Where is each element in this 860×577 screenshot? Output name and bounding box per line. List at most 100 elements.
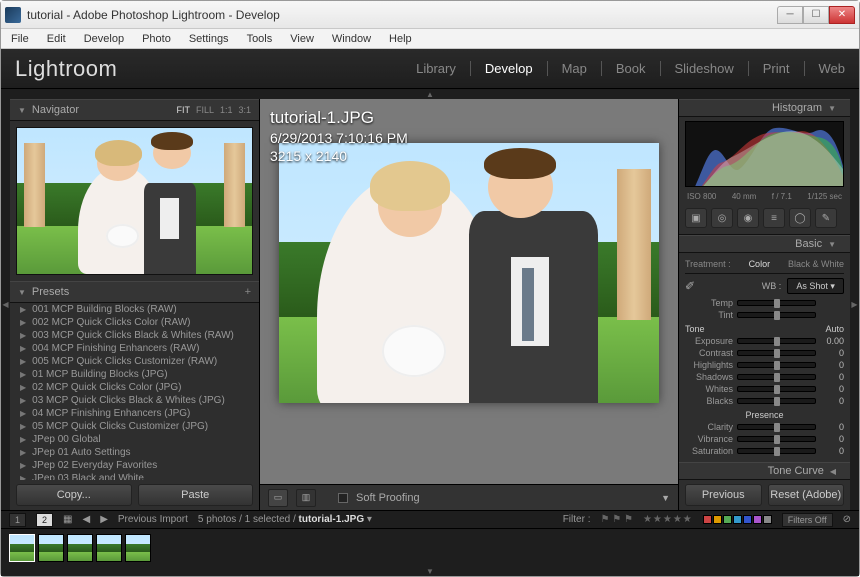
slider-saturation[interactable]: Saturation0 (685, 446, 844, 456)
slider-track[interactable] (737, 362, 816, 368)
spot-tool[interactable]: ◎ (711, 208, 733, 228)
thumbnail[interactable] (67, 534, 93, 562)
thumbnail[interactable] (38, 534, 64, 562)
menu-tools[interactable]: Tools (243, 32, 277, 46)
redeye-tool[interactable]: ◉ (737, 208, 759, 228)
grid-icon[interactable]: ▦ (63, 514, 72, 525)
menu-view[interactable]: View (286, 32, 318, 46)
slider-temp[interactable]: Temp (685, 298, 844, 308)
menu-settings[interactable]: Settings (185, 32, 233, 46)
preset-folder[interactable]: ▶02 MCP Quick Clicks Color (JPG) (10, 381, 259, 394)
eyedropper-icon[interactable]: ✐ (685, 279, 695, 293)
right-panel-toggle[interactable]: ▶ (850, 99, 859, 510)
basic-header[interactable]: Basic ▼ (679, 235, 850, 253)
zoom-fit[interactable]: FIT (176, 105, 190, 115)
source-label[interactable]: Previous Import (118, 514, 188, 525)
left-panel-toggle[interactable]: ◀ (1, 99, 10, 510)
slider-vibrance[interactable]: Vibrance0 (685, 434, 844, 444)
slider-whites[interactable]: Whites0 (685, 384, 844, 394)
preset-folder[interactable]: ▶003 MCP Quick Clicks Black & Whites (RA… (10, 329, 259, 342)
preset-folder[interactable]: ▶01 MCP Building Blocks (JPG) (10, 368, 259, 381)
loupe-view[interactable]: tutorial-1.JPG 6/29/2013 7:10:16 PM 3215… (260, 99, 678, 510)
tone-curve-header[interactable]: Tone Curve ◀ (679, 462, 850, 480)
histogram-graph[interactable] (685, 121, 844, 187)
slider-track[interactable] (737, 312, 816, 318)
preset-folder[interactable]: ▶001 MCP Building Blocks (RAW) (10, 303, 259, 316)
maximize-button[interactable]: ☐ (803, 6, 829, 24)
slider-track[interactable] (737, 398, 816, 404)
slider-shadows[interactable]: Shadows0 (685, 372, 844, 382)
auto-tone-button[interactable]: Auto (825, 324, 844, 334)
preset-folder[interactable]: ▶03 MCP Quick Clicks Black & Whites (JPG… (10, 394, 259, 407)
main-photo[interactable] (279, 143, 659, 403)
flag-filter-icon[interactable]: ⚑ ⚑ ⚑ (600, 514, 632, 525)
thumbnail[interactable] (125, 534, 151, 562)
menu-window[interactable]: Window (328, 32, 375, 46)
navigator-preview[interactable] (16, 127, 253, 275)
preset-folder[interactable]: ▶004 MCP Finishing Enhancers (RAW) (10, 342, 259, 355)
brush-tool[interactable]: ✎ (815, 208, 837, 228)
zoom-3:1[interactable]: 3:1 (238, 105, 251, 115)
presets-list[interactable]: ▶001 MCP Building Blocks (RAW)▶002 MCP Q… (10, 303, 259, 480)
rating-filter[interactable]: ★★★★★ (643, 514, 693, 525)
menu-help[interactable]: Help (385, 32, 416, 46)
module-map[interactable]: Map (562, 61, 587, 76)
menu-file[interactable]: File (7, 32, 33, 46)
slider-track[interactable] (737, 300, 816, 306)
module-print[interactable]: Print (763, 61, 790, 76)
color-swatch[interactable] (713, 515, 722, 524)
top-panel-toggle[interactable]: ▲ (1, 89, 859, 99)
preset-folder[interactable]: ▶JPep 02 Everyday Favorites (10, 459, 259, 472)
preset-folder[interactable]: ▶04 MCP Finishing Enhancers (JPG) (10, 407, 259, 420)
slider-track[interactable] (737, 338, 816, 344)
slider-tint[interactable]: Tint (685, 310, 844, 320)
preset-folder[interactable]: ▶JPep 00 Global (10, 433, 259, 446)
back-icon[interactable]: ◀ (82, 514, 90, 525)
slider-exposure[interactable]: Exposure0.00 (685, 336, 844, 346)
crop-tool[interactable]: ▣ (685, 208, 707, 228)
minimize-button[interactable]: ─ (777, 6, 803, 24)
slider-track[interactable] (737, 350, 816, 356)
soft-proof-checkbox[interactable] (338, 493, 348, 503)
slider-track[interactable] (737, 374, 816, 380)
module-develop[interactable]: Develop (485, 61, 533, 76)
preset-folder[interactable]: ▶002 MCP Quick Clicks Color (RAW) (10, 316, 259, 329)
add-preset-icon[interactable]: + (245, 286, 251, 298)
preset-folder[interactable]: ▶JPep 03 Black and White (10, 472, 259, 480)
preset-folder[interactable]: ▶JPep 01 Auto Settings (10, 446, 259, 459)
slider-highlights[interactable]: Highlights0 (685, 360, 844, 370)
filmstrip-thumbs[interactable] (1, 529, 859, 566)
color-swatch[interactable] (723, 515, 732, 524)
slider-track[interactable] (737, 436, 816, 442)
preset-folder[interactable]: ▶05 MCP Quick Clicks Customizer (JPG) (10, 420, 259, 433)
color-swatch[interactable] (753, 515, 762, 524)
color-filter[interactable] (703, 515, 772, 524)
menu-edit[interactable]: Edit (43, 32, 70, 46)
treatment-bw[interactable]: Black & White (788, 259, 844, 269)
before-after-button[interactable]: ▥ (296, 489, 316, 507)
navigator-zoom-modes[interactable]: FIT FILL 1:1 3:1 (176, 105, 251, 115)
color-swatch[interactable] (743, 515, 752, 524)
reset-button[interactable]: Reset (Adobe) (768, 484, 845, 506)
filters-off-button[interactable]: Filters Off (782, 513, 833, 527)
zoom-1:1[interactable]: 1:1 (220, 105, 233, 115)
histogram-header[interactable]: Histogram ▼ (679, 99, 850, 117)
zoom-fill[interactable]: FILL (196, 105, 214, 115)
color-swatch[interactable] (703, 515, 712, 524)
slider-blacks[interactable]: Blacks0 (685, 396, 844, 406)
menu-photo[interactable]: Photo (138, 32, 175, 46)
menu-develop[interactable]: Develop (80, 32, 128, 46)
fwd-icon[interactable]: ▶ (100, 514, 108, 525)
treatment-color[interactable]: Color (749, 259, 771, 269)
close-button[interactable]: ✕ (829, 6, 855, 24)
slider-clarity[interactable]: Clarity0 (685, 422, 844, 432)
module-slideshow[interactable]: Slideshow (675, 61, 734, 76)
toolbar-menu-icon[interactable]: ▼ (661, 493, 670, 503)
slider-track[interactable] (737, 448, 816, 454)
color-swatch[interactable] (763, 515, 772, 524)
loupe-view-button[interactable]: ▭ (268, 489, 288, 507)
module-web[interactable]: Web (819, 61, 846, 76)
preset-folder[interactable]: ▶005 MCP Quick Clicks Customizer (RAW) (10, 355, 259, 368)
gradient-tool[interactable]: ≡ (763, 208, 785, 228)
radial-tool[interactable]: ◯ (789, 208, 811, 228)
